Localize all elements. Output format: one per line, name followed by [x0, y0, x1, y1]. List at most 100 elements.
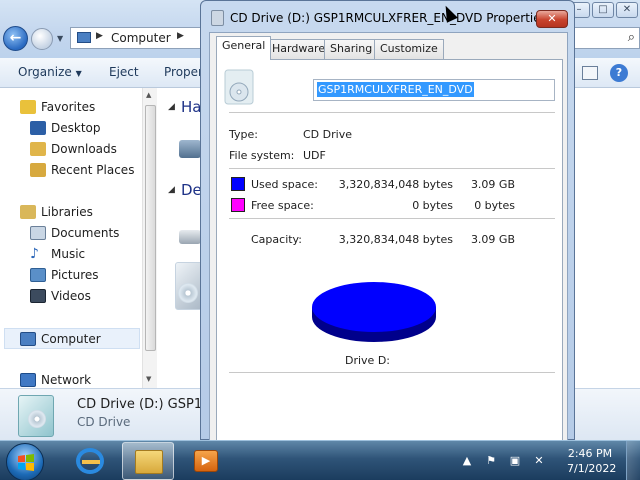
- downloads-icon: [30, 142, 46, 156]
- capacity-bytes: 3,320,834,048 bytes: [338, 233, 453, 246]
- tab-sharing[interactable]: Sharing: [324, 39, 379, 59]
- nav-computer[interactable]: Computer: [41, 332, 101, 346]
- computer-icon: [77, 32, 91, 43]
- type-value: CD Drive: [303, 128, 352, 141]
- window-controls: – □ ✕: [568, 0, 640, 20]
- scroll-thumb[interactable]: [145, 105, 156, 351]
- nav-favorites[interactable]: Favorites: [41, 100, 95, 114]
- nav-desktop[interactable]: Desktop: [51, 121, 101, 135]
- tab-general[interactable]: General: [216, 36, 272, 60]
- address-bar[interactable]: ▶ Computer ▶: [70, 27, 210, 49]
- used-space-label: Used space:: [251, 178, 319, 191]
- disc-icon: [178, 283, 198, 303]
- taskbar-media-player[interactable]: ▶: [180, 442, 232, 480]
- used-space-swatch: [231, 177, 245, 191]
- clock-date[interactable]: 7/1/2022: [567, 462, 616, 475]
- close-button[interactable]: ✕: [536, 10, 568, 28]
- search-input[interactable]: ⌕: [565, 27, 640, 49]
- forward-button[interactable]: [31, 28, 53, 50]
- cd-drive-icon: [211, 10, 224, 26]
- file-system-label: File system:: [229, 149, 295, 162]
- action-center-flag-icon[interactable]: ⚑: [484, 454, 498, 468]
- windows-drive-icon[interactable]: [179, 140, 201, 158]
- clock-time[interactable]: 2:46 PM: [567, 447, 613, 460]
- recent-pages-dropdown[interactable]: ▼: [57, 34, 63, 43]
- change-view-icon[interactable]: [582, 66, 598, 80]
- organize-label: Organize: [18, 65, 72, 79]
- start-button[interactable]: [6, 443, 44, 480]
- taskbar-windows-explorer[interactable]: [122, 442, 174, 480]
- close-icon[interactable]: ✕: [616, 2, 638, 18]
- collapse-arrow-icon[interactable]: ◢: [168, 102, 175, 112]
- drive-label: Drive D:: [345, 354, 390, 367]
- computer-icon: [20, 332, 36, 346]
- scroll-down-icon[interactable]: ▼: [146, 375, 151, 383]
- tab-customize[interactable]: Customize: [374, 39, 444, 59]
- disk-usage-pie-chart: [312, 282, 436, 342]
- volume-muted-icon[interactable]: ✕: [532, 454, 546, 468]
- volume-name-value: GSP1RMCULXFRER_EN_DVD: [317, 82, 474, 97]
- music-note-icon: ♪: [30, 246, 39, 262]
- nav-downloads[interactable]: Downloads: [51, 142, 117, 156]
- properties-dialog: CD Drive (D:) GSP1RMCULXFRER_EN_DVD Prop…: [200, 0, 575, 442]
- internet-explorer-icon: [76, 448, 104, 474]
- network-icon[interactable]: ▣: [508, 454, 522, 468]
- free-space-bytes: 0 bytes: [412, 199, 453, 212]
- cd-drive-icon: [18, 395, 54, 437]
- used-space-gb: 3.09 GB: [470, 178, 515, 191]
- dialog-body: General Hardware Sharing Customize GSP1R…: [209, 32, 568, 442]
- eject-button[interactable]: Eject: [109, 65, 139, 79]
- breadcrumb-separator-icon[interactable]: ▶: [96, 31, 103, 41]
- nav-scrollbar[interactable]: ▲ ▼: [142, 88, 157, 388]
- show-hidden-icons-icon[interactable]: ▲: [460, 454, 474, 468]
- help-icon[interactable]: ?: [610, 64, 628, 82]
- nav-pictures[interactable]: Pictures: [51, 268, 99, 282]
- folder-icon: [135, 450, 163, 474]
- group-header-devices[interactable]: De: [181, 181, 202, 199]
- cd-drive-icon[interactable]: [175, 262, 203, 310]
- type-label: Type:: [229, 128, 258, 141]
- free-space-label: Free space:: [251, 199, 314, 212]
- taskbar-internet-explorer[interactable]: [64, 442, 116, 480]
- collapse-arrow-icon[interactable]: ◢: [168, 185, 175, 195]
- tab-hardware[interactable]: Hardware: [266, 39, 332, 59]
- organize-button[interactable]: Organize ▼: [18, 65, 82, 79]
- chevron-down-icon: ▼: [75, 69, 82, 78]
- drive-icon[interactable]: [179, 230, 201, 244]
- divider: [229, 112, 555, 113]
- media-player-icon: ▶: [194, 450, 218, 472]
- windows-logo-icon: [18, 454, 34, 471]
- star-icon: [20, 100, 36, 114]
- nav-network[interactable]: Network: [41, 373, 91, 387]
- disk-usage-pie: [311, 280, 437, 344]
- nav-recent-places[interactable]: Recent Places: [51, 163, 134, 177]
- taskbar: ▶ ▲ ⚑ ▣ ✕ 2:46 PM 7/1/2022: [0, 440, 640, 480]
- documents-icon: [30, 226, 46, 240]
- nav-documents[interactable]: Documents: [51, 226, 119, 240]
- free-space-swatch: [231, 198, 245, 212]
- divider: [229, 372, 555, 373]
- scroll-up-icon[interactable]: ▲: [146, 91, 151, 99]
- maximize-button[interactable]: □: [592, 2, 614, 18]
- volume-name-input[interactable]: GSP1RMCULXFRER_EN_DVD: [313, 79, 555, 101]
- breadcrumb-separator-icon[interactable]: ▶: [177, 31, 184, 41]
- disc-icon: [28, 410, 46, 428]
- show-desktop-button[interactable]: [626, 441, 640, 480]
- details-subtitle: CD Drive: [77, 415, 131, 429]
- desktop-icon: [30, 121, 46, 135]
- nav-music[interactable]: Music: [51, 247, 85, 261]
- pie-used-slice: [312, 282, 436, 332]
- group-header-hard-disks[interactable]: Ha: [181, 98, 201, 116]
- pictures-icon: [30, 268, 46, 282]
- used-space-bytes: 3,320,834,048 bytes: [338, 178, 453, 191]
- breadcrumb-computer[interactable]: Computer: [111, 31, 171, 45]
- nav-videos[interactable]: Videos: [51, 289, 91, 303]
- properties-button[interactable]: Proper: [164, 65, 203, 79]
- search-icon: ⌕: [627, 30, 635, 45]
- capacity-label: Capacity:: [251, 233, 302, 246]
- file-system-value: UDF: [303, 149, 326, 162]
- divider: [229, 168, 555, 169]
- cd-drive-icon: [224, 69, 254, 105]
- back-button[interactable]: ←: [3, 26, 28, 51]
- nav-libraries[interactable]: Libraries: [41, 205, 93, 219]
